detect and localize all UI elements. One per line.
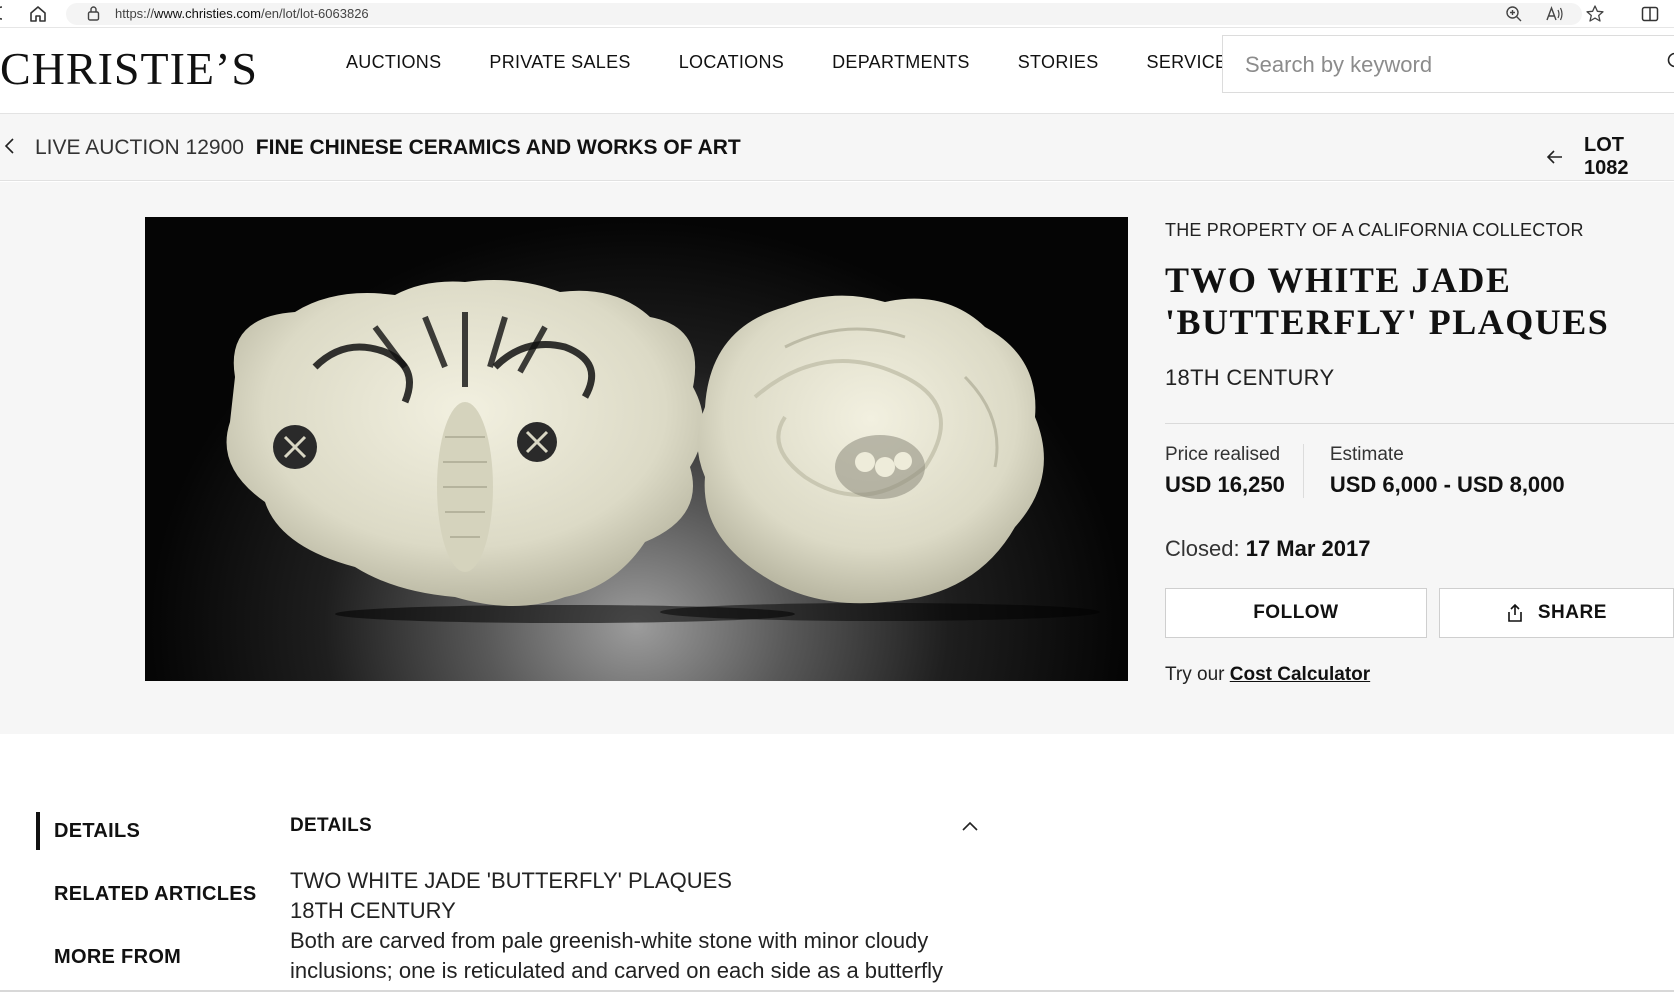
share-button-label: SHARE bbox=[1537, 602, 1607, 623]
details-text: TWO WHITE JADE 'BUTTERFLY' PLAQUES 18TH … bbox=[290, 866, 980, 986]
cost-prefix: Try our bbox=[1165, 664, 1225, 685]
arrow-left-icon[interactable] bbox=[1546, 148, 1564, 166]
price-row: Price realised USD 16,250 Estimate USD 6… bbox=[1165, 444, 1674, 498]
action-buttons: FOLLOW SHARE bbox=[1165, 588, 1674, 638]
jade-plaques-photo bbox=[226, 279, 1100, 623]
chevron-up-icon[interactable] bbox=[960, 819, 980, 833]
follow-button-label: FOLLOW bbox=[1253, 602, 1339, 623]
details-line: TWO WHITE JADE 'BUTTERFLY' PLAQUES bbox=[290, 868, 732, 893]
lot-navigation: LOT 1082 bbox=[1546, 134, 1674, 180]
sale-title: FINE CHINESE CERAMICS AND WORKS OF ART bbox=[255, 136, 741, 159]
home-icon[interactable] bbox=[28, 4, 48, 24]
closed-label: Closed: bbox=[1165, 536, 1240, 561]
search-box bbox=[1222, 35, 1674, 93]
lot-hero: THE PROPERTY OF A CALIFORNIA COLLECTOR T… bbox=[0, 182, 1674, 734]
nav-auctions[interactable]: AUCTIONS bbox=[346, 52, 441, 72]
cost-calculator-line: Try our Cost Calculator bbox=[1165, 664, 1674, 686]
search-icon[interactable] bbox=[1667, 52, 1674, 74]
split-screen-icon[interactable] bbox=[1640, 4, 1660, 24]
lot-number: LOT 1082 bbox=[1584, 134, 1629, 179]
search-input[interactable] bbox=[1245, 52, 1625, 78]
sale-number: LIVE AUCTION 12900 bbox=[35, 136, 244, 159]
closed-date-line: Closed: 17 Mar 2017 bbox=[1165, 536, 1674, 562]
details-section: DETAILS TWO WHITE JADE 'BUTTERFLY' PLAQU… bbox=[290, 814, 980, 986]
details-line: inclusions; one is reticulated and carve… bbox=[290, 958, 944, 983]
refresh-icon[interactable] bbox=[0, 5, 6, 21]
price-realised-label: Price realised bbox=[1165, 444, 1281, 465]
nav-private-sales[interactable]: PRIVATE SALES bbox=[489, 52, 630, 72]
read-aloud-icon[interactable] bbox=[1544, 4, 1566, 24]
cost-calculator-link[interactable]: Cost Calculator bbox=[1230, 664, 1370, 685]
lot-title-line-2: 'BUTTERFLY' PLAQUES bbox=[1165, 302, 1610, 342]
url-path: /en/lot/lot-6063826 bbox=[260, 6, 369, 21]
chevron-left-icon[interactable] bbox=[4, 136, 18, 156]
side-nav-more-from[interactable]: MORE FROM bbox=[36, 938, 276, 976]
divider bbox=[1165, 423, 1674, 424]
lot-info: THE PROPERTY OF A CALIFORNIA COLLECTOR T… bbox=[1165, 220, 1674, 686]
closed-date: 17 Mar 2017 bbox=[1245, 536, 1371, 561]
site-header: CHRISTIE’S AUCTIONS PRIVATE SALES LOCATI… bbox=[0, 30, 1674, 114]
zoom-in-icon[interactable] bbox=[1504, 4, 1524, 24]
nav-departments[interactable]: DEPARTMENTS bbox=[832, 52, 970, 72]
share-icon bbox=[1506, 603, 1524, 623]
details-line: 18TH CENTURY bbox=[290, 898, 456, 923]
nav-stories[interactable]: STORIES bbox=[1018, 52, 1099, 72]
details-accordion-header[interactable]: DETAILS bbox=[290, 814, 980, 838]
estimate: Estimate USD 6,000 - USD 8,000 bbox=[1302, 444, 1583, 498]
details-line: Both are carved from pale greenish-white… bbox=[290, 928, 929, 953]
window-bottom-edge bbox=[0, 990, 1674, 992]
browser-toolbar: https://www.christies.com/en/lot/lot-606… bbox=[0, 0, 1674, 28]
star-icon[interactable] bbox=[1584, 3, 1606, 25]
nav-locations[interactable]: LOCATIONS bbox=[679, 52, 784, 72]
url-text[interactable]: https://www.christies.com/en/lot/lot-606… bbox=[115, 6, 369, 21]
breadcrumb[interactable]: LIVE AUCTION 12900 FINE CHINESE CERAMICS… bbox=[35, 136, 741, 160]
side-nav-related-articles[interactable]: RELATED ARTICLES bbox=[36, 875, 276, 913]
lot-subtitle: 18TH CENTURY bbox=[1165, 365, 1335, 390]
follow-button[interactable]: FOLLOW bbox=[1165, 588, 1427, 638]
share-button[interactable]: SHARE bbox=[1438, 588, 1674, 638]
lot-image[interactable] bbox=[145, 217, 1128, 681]
lot-title-line-1: TWO WHITE JADE bbox=[1165, 260, 1512, 300]
side-nav-details[interactable]: DETAILS bbox=[36, 812, 276, 850]
details-side-nav: DETAILS RELATED ARTICLES MORE FROM bbox=[36, 812, 276, 996]
url-scheme: https:// bbox=[115, 6, 155, 21]
main-nav: AUCTIONS PRIVATE SALES LOCATIONS DEPARTM… bbox=[346, 52, 1288, 72]
sale-breadcrumb-bar: LIVE AUCTION 12900 FINE CHINESE CERAMICS… bbox=[0, 114, 1674, 181]
lot-title: TWO WHITE JADE 'BUTTERFLY' PLAQUES bbox=[1165, 259, 1674, 343]
price-realised: Price realised USD 16,250 bbox=[1165, 444, 1303, 498]
details-heading: DETAILS bbox=[290, 815, 372, 836]
price-realised-value: USD 16,250 bbox=[1165, 472, 1285, 497]
estimate-value: USD 6,000 - USD 8,000 bbox=[1329, 472, 1565, 497]
url-domain: www.christies.com bbox=[154, 6, 261, 21]
lock-icon[interactable] bbox=[86, 5, 100, 21]
butterfly-plaque bbox=[226, 279, 704, 606]
christies-logo[interactable]: CHRISTIE’S bbox=[0, 42, 258, 96]
estimate-label: Estimate bbox=[1329, 444, 1404, 465]
lot-provenance: THE PROPERTY OF A CALIFORNIA COLLECTOR bbox=[1165, 220, 1584, 240]
round-plaque bbox=[697, 295, 1044, 604]
